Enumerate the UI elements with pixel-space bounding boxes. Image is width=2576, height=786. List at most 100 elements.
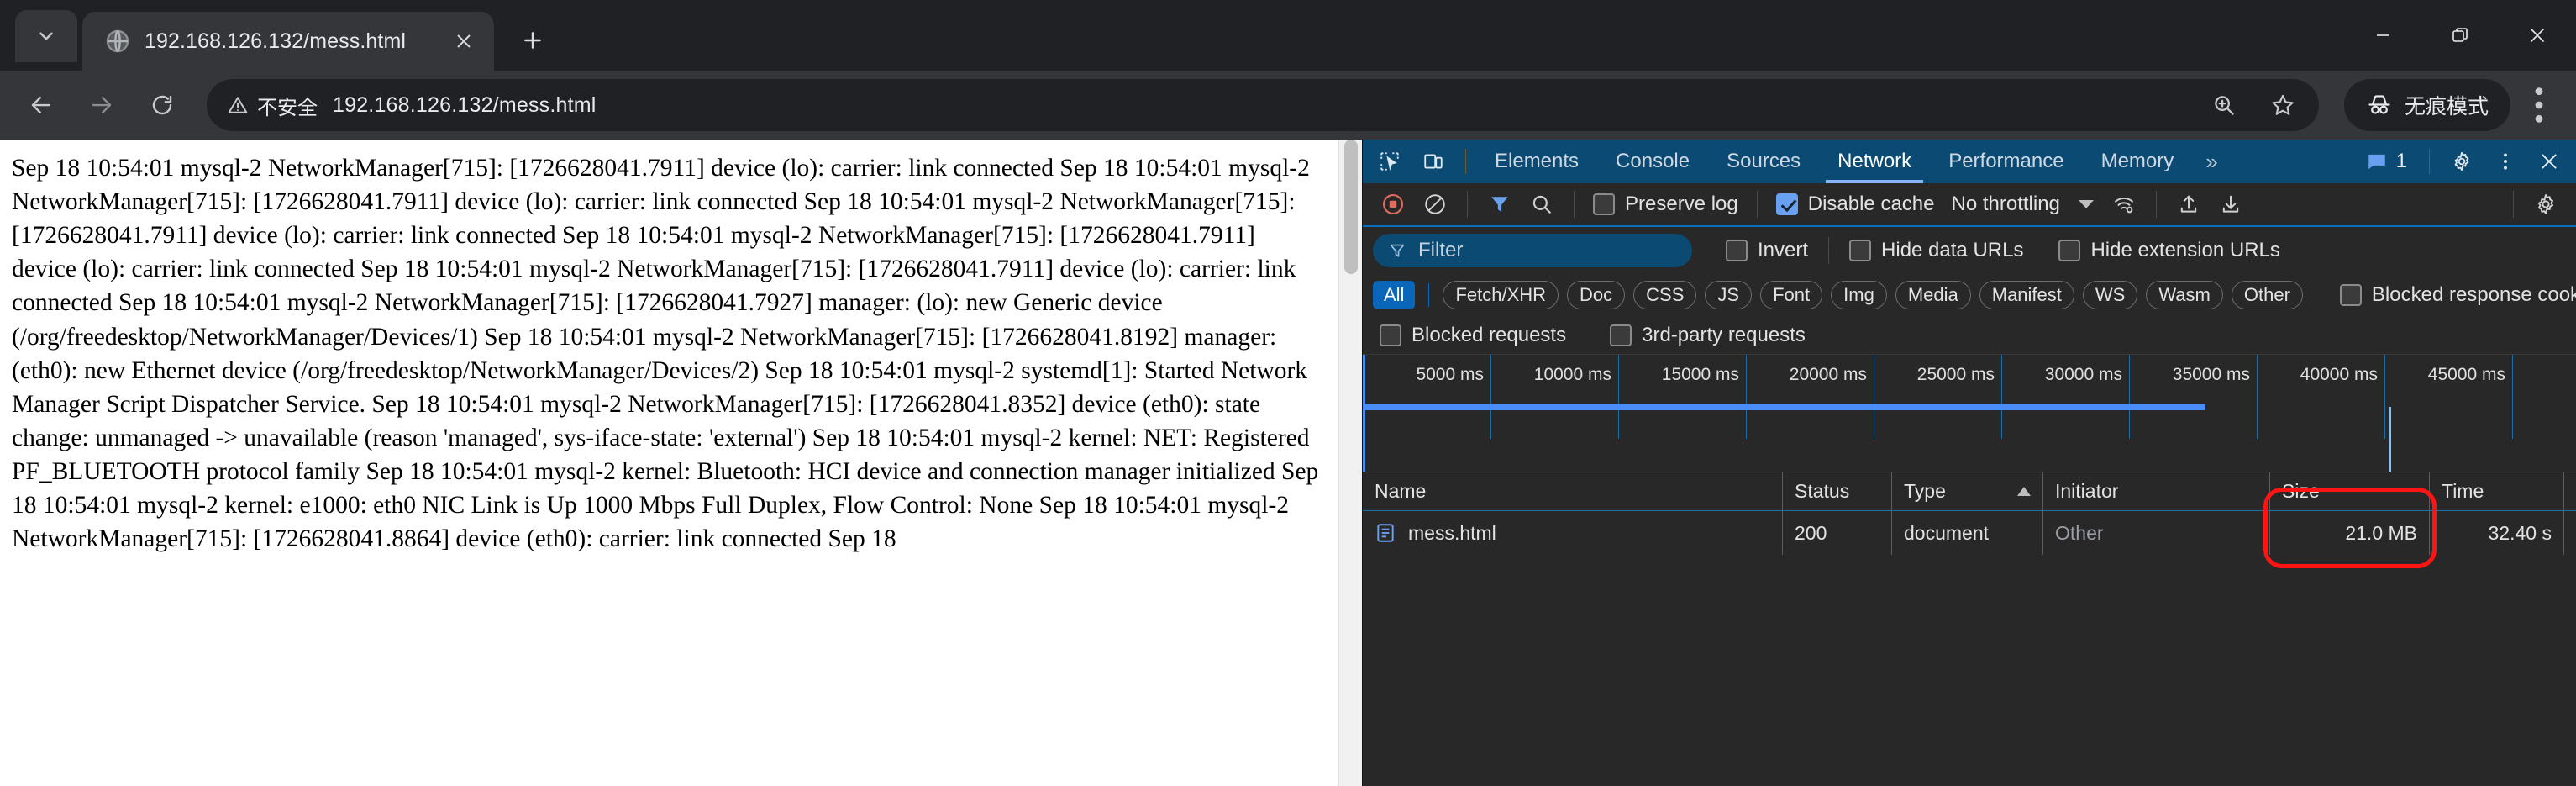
type-chip-other[interactable]: Other xyxy=(2232,281,2303,309)
overview-tick-label: 35000 ms xyxy=(2173,365,2257,385)
checkbox-label: Blocked response cookies xyxy=(2372,283,2576,307)
hide-extension-urls-checkbox[interactable]: Hide extension URLs xyxy=(2052,239,2286,262)
warning-triangle-icon xyxy=(227,94,249,116)
table-header-row: Name Status Type Initiator Size Time xyxy=(1363,472,2576,511)
filter-input[interactable]: Filter xyxy=(1373,234,1692,267)
clear-button[interactable] xyxy=(1415,186,1455,223)
type-chip-css[interactable]: CSS xyxy=(1633,281,1696,309)
devtools-tab-performance[interactable]: Performance xyxy=(1930,140,2082,183)
request-filters-row: Blocked requests 3rd-party requests xyxy=(1363,316,2576,355)
divider xyxy=(1465,149,1466,174)
three-dot-menu-icon xyxy=(2495,150,2516,172)
column-header-name[interactable]: Name xyxy=(1363,472,1783,510)
type-chip-all[interactable]: All xyxy=(1373,281,1415,309)
type-chip-media[interactable]: Media xyxy=(1895,281,1971,309)
address-bar[interactable]: 不安全 192.168.126.132/mess.html xyxy=(207,79,2319,131)
filter-funnel-icon xyxy=(1488,193,1511,216)
inspect-element-button[interactable] xyxy=(1368,143,1412,180)
divider xyxy=(1467,191,1468,218)
devtools-tab-network[interactable]: Network xyxy=(1819,140,1930,183)
reload-button[interactable] xyxy=(134,77,190,133)
browser-tab[interactable]: 192.168.126.132/mess.html xyxy=(82,12,494,71)
type-chip-font[interactable]: Font xyxy=(1760,281,1822,309)
type-chip-doc[interactable]: Doc xyxy=(1567,281,1625,309)
overview-tick-label: 25000 ms xyxy=(1917,365,2001,385)
device-toolbar-button[interactable] xyxy=(1412,143,1455,180)
bookmark-button[interactable] xyxy=(2255,77,2311,133)
type-chip-ws[interactable]: WS xyxy=(2083,281,2137,309)
column-header-initiator[interactable]: Initiator xyxy=(2043,472,2270,510)
message-badge[interactable]: 1 xyxy=(2354,150,2419,173)
browser-menu-button[interactable] xyxy=(2516,77,2563,133)
throttling-dropdown[interactable]: No throttling xyxy=(1943,193,2101,216)
devtools-tab-memory[interactable]: Memory xyxy=(2083,140,2193,183)
invert-checkbox[interactable]: Invert xyxy=(1719,239,1815,262)
search-button[interactable] xyxy=(1522,186,1562,223)
column-label: Type xyxy=(1904,480,1946,503)
minimize-button[interactable] xyxy=(2344,0,2421,71)
gear-icon xyxy=(2451,150,2473,172)
disable-cache-checkbox[interactable]: Disable cache xyxy=(1769,193,1942,216)
devtools-tab-console[interactable]: Console xyxy=(1597,140,1708,183)
import-har-button[interactable] xyxy=(2169,186,2209,223)
incognito-indicator[interactable]: 无痕模式 xyxy=(2344,79,2510,131)
column-header-type[interactable]: Type xyxy=(1892,472,2043,510)
cell-name[interactable]: mess.html xyxy=(1363,511,1783,555)
column-header-status[interactable]: Status xyxy=(1783,472,1892,510)
zoom-in-icon xyxy=(2211,92,2237,118)
incognito-hat-icon xyxy=(2366,92,2393,119)
tab-search-button[interactable] xyxy=(15,10,77,62)
zoom-button[interactable] xyxy=(2196,77,2252,133)
overview-tick xyxy=(1618,355,1619,439)
tab-close-button[interactable] xyxy=(447,24,481,58)
divider xyxy=(1757,191,1758,218)
chip-label: Media xyxy=(1908,284,1958,306)
type-chip-js[interactable]: JS xyxy=(1705,281,1752,309)
page-scrollbar-thumb[interactable] xyxy=(1344,140,1358,274)
more-tabs-button[interactable]: » xyxy=(2192,149,2231,175)
type-chip-img[interactable]: Img xyxy=(1831,281,1887,309)
new-tab-button[interactable] xyxy=(509,17,556,64)
overview-tick xyxy=(1490,355,1491,439)
back-button[interactable] xyxy=(13,77,69,133)
network-conditions-button[interactable] xyxy=(2104,186,2144,223)
blocked-response-cookies-checkbox[interactable]: Blocked response cookies xyxy=(2333,283,2576,307)
overview-tick xyxy=(2257,355,2258,439)
security-label: 不安全 xyxy=(257,91,318,120)
overview-tick xyxy=(2384,355,2385,439)
chip-label: CSS xyxy=(1646,284,1684,306)
network-overview-timeline[interactable]: 5000 ms10000 ms15000 ms20000 ms25000 ms3… xyxy=(1363,355,2576,472)
close-window-button[interactable] xyxy=(2499,0,2576,71)
network-toolbar: Preserve log Disable cache No throttling xyxy=(1363,183,2576,227)
type-chip-wasm[interactable]: Wasm xyxy=(2146,281,2223,309)
maximize-button[interactable] xyxy=(2421,0,2499,71)
document-icon xyxy=(1375,522,1396,544)
devtools-tab-elements[interactable]: Elements xyxy=(1476,140,1597,183)
security-indicator[interactable]: 不安全 xyxy=(227,91,333,120)
type-chip-manifest[interactable]: Manifest xyxy=(1979,281,2074,309)
preserve-log-checkbox[interactable]: Preserve log xyxy=(1586,193,1745,216)
overview-tick-label: 45000 ms xyxy=(2428,365,2512,385)
filter-toggle-button[interactable] xyxy=(1480,186,1520,223)
hide-data-urls-checkbox[interactable]: Hide data URLs xyxy=(1843,239,2030,262)
devtools-more-button[interactable] xyxy=(2484,143,2527,180)
content-area: Sep 18 10:54:01 mysql-2 NetworkManager[7… xyxy=(0,140,2576,786)
network-settings-button[interactable] xyxy=(2526,186,2566,223)
table-row[interactable]: mess.html 200 document Other 21.0 MB 32.… xyxy=(1363,511,2576,555)
type-chip-fetch-xhr[interactable]: Fetch/XHR xyxy=(1443,281,1559,309)
column-header-time[interactable]: Time xyxy=(2430,472,2564,510)
cell-time: 32.40 s xyxy=(2430,511,2564,555)
overview-tick-label: 30000 ms xyxy=(2045,365,2129,385)
third-party-requests-checkbox[interactable]: 3rd-party requests xyxy=(1603,324,1812,347)
devtools-tab-sources[interactable]: Sources xyxy=(1708,140,1819,183)
record-button[interactable] xyxy=(1373,186,1413,223)
column-header-waterfall[interactable] xyxy=(2564,472,2576,510)
forward-button[interactable] xyxy=(74,77,129,133)
column-header-size[interactable]: Size xyxy=(2270,472,2430,510)
devtools-close-button[interactable] xyxy=(2527,143,2571,180)
table-body: mess.html 200 document Other 21.0 MB 32.… xyxy=(1363,511,2576,786)
export-har-button[interactable] xyxy=(2211,186,2251,223)
devtools-settings-button[interactable] xyxy=(2440,143,2484,180)
blocked-requests-checkbox[interactable]: Blocked requests xyxy=(1373,324,1573,347)
page-scrollbar[interactable] xyxy=(1338,140,1362,786)
